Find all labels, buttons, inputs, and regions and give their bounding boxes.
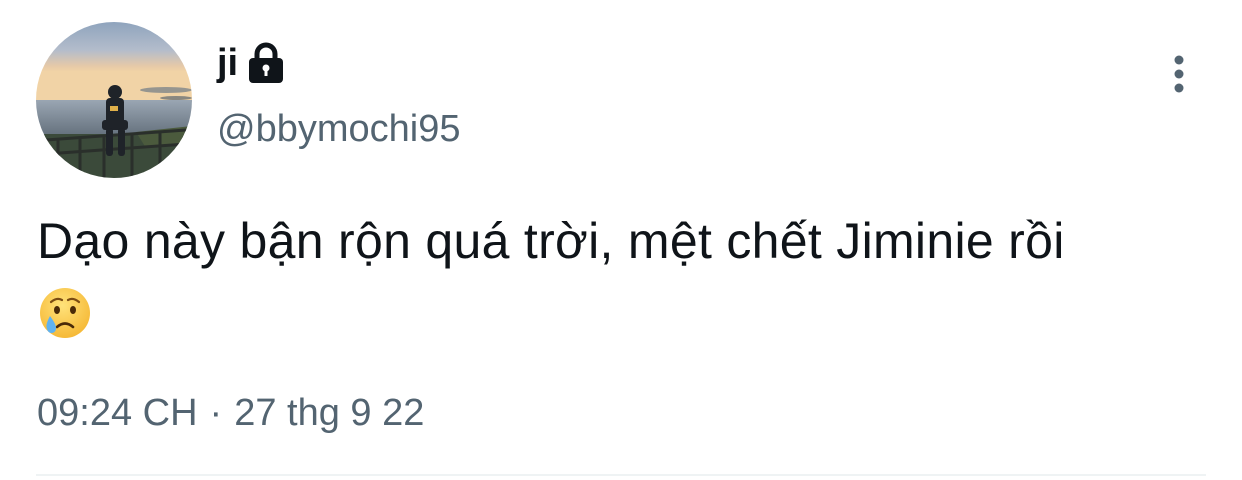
tweet-timestamp: 09:24 CH · 27 thg 9 22 [37,392,424,435]
tweet-text: Dạo này bận rộn quá trời, mệt chết Jimin… [37,213,1065,269]
author-handle[interactable]: @bbymochi95 [217,110,460,148]
tweet-date[interactable]: 27 thg 9 22 [234,392,424,435]
author-name-row: ji [217,38,286,88]
meta-separator: · [209,392,223,434]
more-options-button[interactable] [1160,50,1198,98]
author-display-name[interactable]: ji [217,44,238,82]
divider [36,474,1206,476]
tweet-time[interactable]: 09:24 CH [37,392,198,435]
crying-face-emoji [38,286,92,340]
author-avatar[interactable] [36,22,192,178]
more-options-icon [1174,55,1184,93]
lock-icon [246,41,286,85]
